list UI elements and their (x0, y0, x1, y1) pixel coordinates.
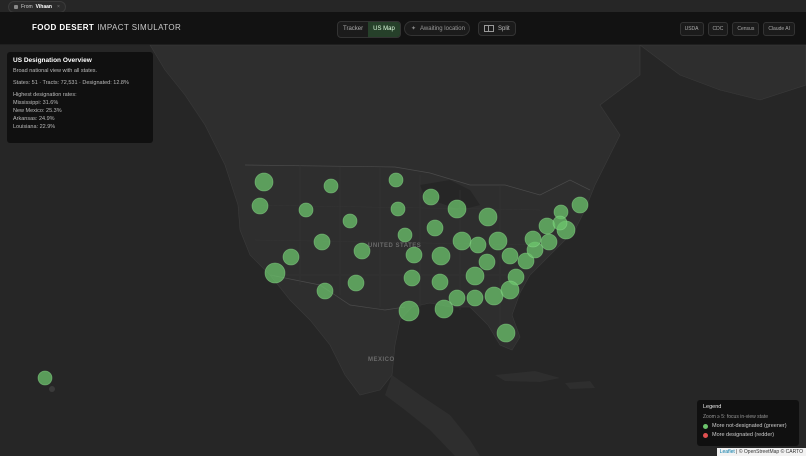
legend-subtitle: Zoom ≥ 5: focus in-view state (703, 414, 768, 420)
source-cdc-button[interactable]: CDC (707, 22, 729, 36)
legend-item-redder: More designated (redder) (703, 432, 793, 438)
state-bubble[interactable] (398, 300, 420, 322)
state-bubble[interactable] (452, 231, 472, 251)
leaflet-link[interactable]: Leaflet (720, 449, 735, 455)
legend-item-label: More designated (redder) (712, 432, 775, 438)
state-bubble[interactable] (538, 217, 556, 235)
state-bubble[interactable] (264, 262, 286, 284)
landmass-hawaii (49, 386, 55, 392)
state-bubble[interactable] (342, 213, 358, 229)
state-bubble[interactable] (501, 247, 519, 265)
map-label-us: UNITED STATES (368, 243, 422, 249)
state-bubble[interactable] (37, 370, 53, 386)
state-bubble[interactable] (282, 248, 300, 266)
overview-highest-item: Louisiana: 22.9% (13, 124, 56, 130)
legend-red-dot (703, 432, 708, 438)
state-bubble[interactable] (478, 207, 498, 227)
legend: Legend Zoom ≥ 5: focus in-view state Mor… (697, 400, 799, 446)
app-header: FOOD DESERT IMPACT SIMULATOR Tracker US M… (0, 12, 806, 45)
state-bubble[interactable] (388, 172, 404, 188)
state-bubble[interactable] (347, 274, 365, 292)
source-usda-button[interactable]: USDA (679, 22, 704, 36)
overview-stats: States: 51 · Tracts: 72,531 · Designated… (13, 80, 129, 86)
location-status[interactable]: ✦ Awaiting location (404, 21, 470, 36)
landmass-cuba (495, 371, 560, 382)
attribution-text: | © OpenStreetMap © CARTO (734, 449, 803, 455)
map-attribution: Leaflet | © OpenStreetMap © CARTO (716, 448, 806, 456)
state-bubble[interactable] (316, 282, 334, 300)
app-title: FOOD DESERT IMPACT SIMULATOR (32, 23, 181, 32)
state-bubble[interactable] (405, 246, 423, 264)
location-icon: ✦ (411, 26, 417, 32)
landmass-canada-north (639, 45, 806, 101)
overview-card: US Designation Overview Broad national v… (7, 52, 153, 143)
source-census-button[interactable]: Census (732, 22, 760, 36)
tab-tracker[interactable]: Tracker (338, 22, 368, 37)
state-bubble[interactable] (431, 246, 451, 266)
overview-highest-item: Mississippi: 31.6% (13, 100, 59, 106)
legend-item-label: More not-designated (greener) (712, 423, 787, 429)
close-icon[interactable]: × (57, 4, 60, 10)
source-buttons: USDA CDC Census Claude AI (679, 22, 795, 36)
state-bubble[interactable] (323, 178, 339, 194)
state-bubble[interactable] (571, 196, 589, 214)
state-bubble[interactable] (552, 215, 568, 231)
state-bubble[interactable] (397, 227, 413, 243)
state-bubble[interactable] (298, 202, 314, 218)
landmass-hispaniola (565, 381, 595, 389)
state-bubble[interactable] (431, 273, 449, 291)
split-label: Split (498, 25, 510, 32)
state-bubble[interactable] (447, 199, 467, 219)
overview-highest-item: Arkansas: 24.9% (13, 116, 55, 122)
state-bubble[interactable] (540, 233, 558, 251)
legend-green-dot (703, 423, 708, 429)
user-icon (14, 5, 18, 9)
overview-subtitle: Broad national view with all states. (13, 68, 98, 74)
app-title-strong: FOOD DESERT (32, 23, 95, 32)
state-bubble[interactable] (488, 231, 508, 251)
from-prefix: From (21, 4, 33, 10)
tab-us-map[interactable]: US Map (368, 22, 400, 37)
location-label: Awaiting location (420, 25, 465, 32)
from-name: Vihaan (35, 4, 52, 10)
state-bubble[interactable] (478, 253, 496, 271)
state-bubble[interactable] (465, 266, 485, 286)
state-bubble[interactable] (390, 201, 406, 217)
state-bubble[interactable] (251, 197, 269, 215)
state-bubble[interactable] (524, 230, 542, 248)
state-bubble[interactable] (313, 233, 331, 251)
state-bubble[interactable] (422, 188, 440, 206)
split-view-icon (484, 25, 494, 32)
state-bubble[interactable] (484, 286, 504, 306)
state-bubble[interactable] (448, 289, 466, 307)
split-button[interactable]: Split (478, 21, 516, 36)
app-title-light: IMPACT SIMULATOR (97, 23, 182, 32)
overview-title: US Designation Overview (13, 57, 92, 64)
state-bubble[interactable] (403, 269, 421, 287)
legend-title: Legend (703, 404, 722, 410)
map-label-mexico: MEXICO (368, 357, 395, 363)
landmass-central-america (385, 375, 480, 456)
state-bubble[interactable] (469, 236, 487, 254)
state-bubble[interactable] (496, 323, 516, 343)
state-bubble[interactable] (254, 172, 274, 192)
state-bubble[interactable] (426, 219, 444, 237)
overview-highest-item: New Mexico: 25.3% (13, 108, 62, 114)
overview-highest-label: Highest designation rates: (13, 92, 77, 98)
view-switcher: Tracker US Map (337, 21, 401, 38)
source-claude-button[interactable]: Claude AI (763, 22, 795, 36)
legend-item-greener: More not-designated (greener) (703, 423, 793, 429)
state-bubble[interactable] (466, 289, 484, 307)
state-bubble[interactable] (500, 280, 520, 300)
